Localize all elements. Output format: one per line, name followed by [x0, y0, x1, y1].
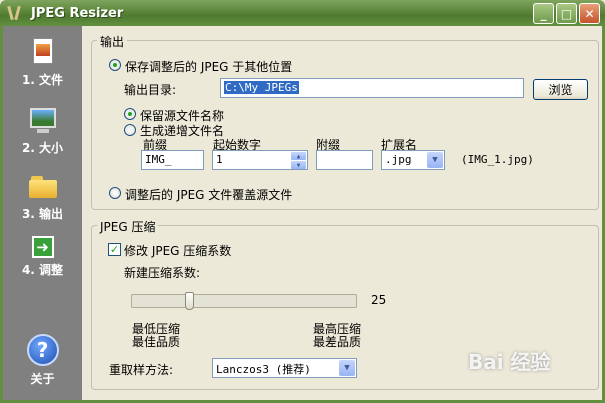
output-dir-label: 输出目录:: [124, 83, 177, 97]
worst-quality-label: 最差品质: [313, 335, 362, 349]
sidebar-item-label: 4. 调整: [21, 263, 64, 277]
suffix-input[interactable]: [316, 150, 373, 170]
keep-name-radio[interactable]: [124, 108, 136, 120]
window-title: JPEG Resizer: [31, 5, 124, 21]
prefix-input[interactable]: IMG_: [141, 150, 204, 170]
compression-value: 25: [371, 293, 387, 307]
generate-name-radio[interactable]: [124, 124, 136, 136]
minimize-button[interactable]: _: [533, 3, 554, 24]
resample-label: 重取样方法:: [109, 363, 174, 377]
overwrite-radio[interactable]: [109, 187, 121, 199]
start-number-input[interactable]: 1 ▲ ▼: [212, 150, 308, 170]
output-dir-input[interactable]: C:\My JPEGs: [220, 78, 524, 98]
modify-compression-checkbox[interactable]: ✓: [108, 243, 121, 256]
browse-button[interactable]: 浏览: [533, 79, 588, 100]
extension-select[interactable]: .jpg ▼: [381, 150, 445, 170]
watermark-logo: Bai 经验: [468, 350, 551, 374]
output-group-title: 输出: [97, 33, 128, 50]
file-icon: [27, 36, 59, 68]
compression-group-title: JPEG 压缩: [97, 218, 159, 235]
chevron-down-icon[interactable]: ▼: [427, 152, 443, 168]
modify-compression-label: 修改 JPEG 压缩系数: [124, 244, 232, 258]
output-folder-icon: [27, 170, 59, 202]
app-icon: [7, 5, 23, 21]
filename-example: (IMG_1.jpg): [461, 153, 534, 166]
sidebar-item-file[interactable]: 1. 文件: [3, 36, 82, 88]
maximize-button[interactable]: □: [556, 3, 577, 24]
sidebar-item-about[interactable]: ? 关于: [3, 334, 82, 387]
sidebar-item-size[interactable]: 2. 大小: [3, 104, 82, 156]
chevron-down-icon[interactable]: ▼: [339, 360, 355, 376]
sidebar: 1. 文件 2. 大小 3. 输出 ➜ 4. 调整 ? 关于: [3, 26, 82, 400]
sidebar-item-label: 1. 文件: [21, 73, 64, 87]
adjust-arrow-icon: ➜: [31, 236, 54, 258]
sidebar-item-adjust[interactable]: ➜ 4. 调整: [3, 236, 82, 278]
spin-up-icon[interactable]: ▲: [291, 152, 306, 160]
slider-thumb[interactable]: [185, 292, 195, 310]
save-other-label: 保存调整后的 JPEG 于其他位置: [125, 60, 293, 74]
help-icon: ?: [26, 334, 59, 366]
sidebar-item-output[interactable]: 3. 输出: [3, 170, 82, 222]
size-icon: [27, 104, 59, 136]
save-other-radio[interactable]: [109, 59, 121, 71]
close-button[interactable]: ✕: [579, 3, 600, 24]
spin-down-icon[interactable]: ▼: [291, 161, 306, 169]
sidebar-item-label: 3. 输出: [21, 207, 64, 221]
overwrite-label: 调整后的 JPEG 文件覆盖源文件: [125, 188, 293, 202]
new-compression-label: 新建压缩系数:: [124, 266, 201, 280]
compression-slider[interactable]: [131, 294, 357, 308]
sidebar-item-label: 2. 大小: [21, 141, 64, 155]
resample-select[interactable]: Lanczos3 (推荐) ▼: [212, 358, 357, 378]
sidebar-item-label: 关于: [30, 372, 55, 386]
title-bar: JPEG Resizer _ □ ✕: [0, 0, 605, 26]
best-quality-label: 最佳品质: [132, 335, 181, 349]
